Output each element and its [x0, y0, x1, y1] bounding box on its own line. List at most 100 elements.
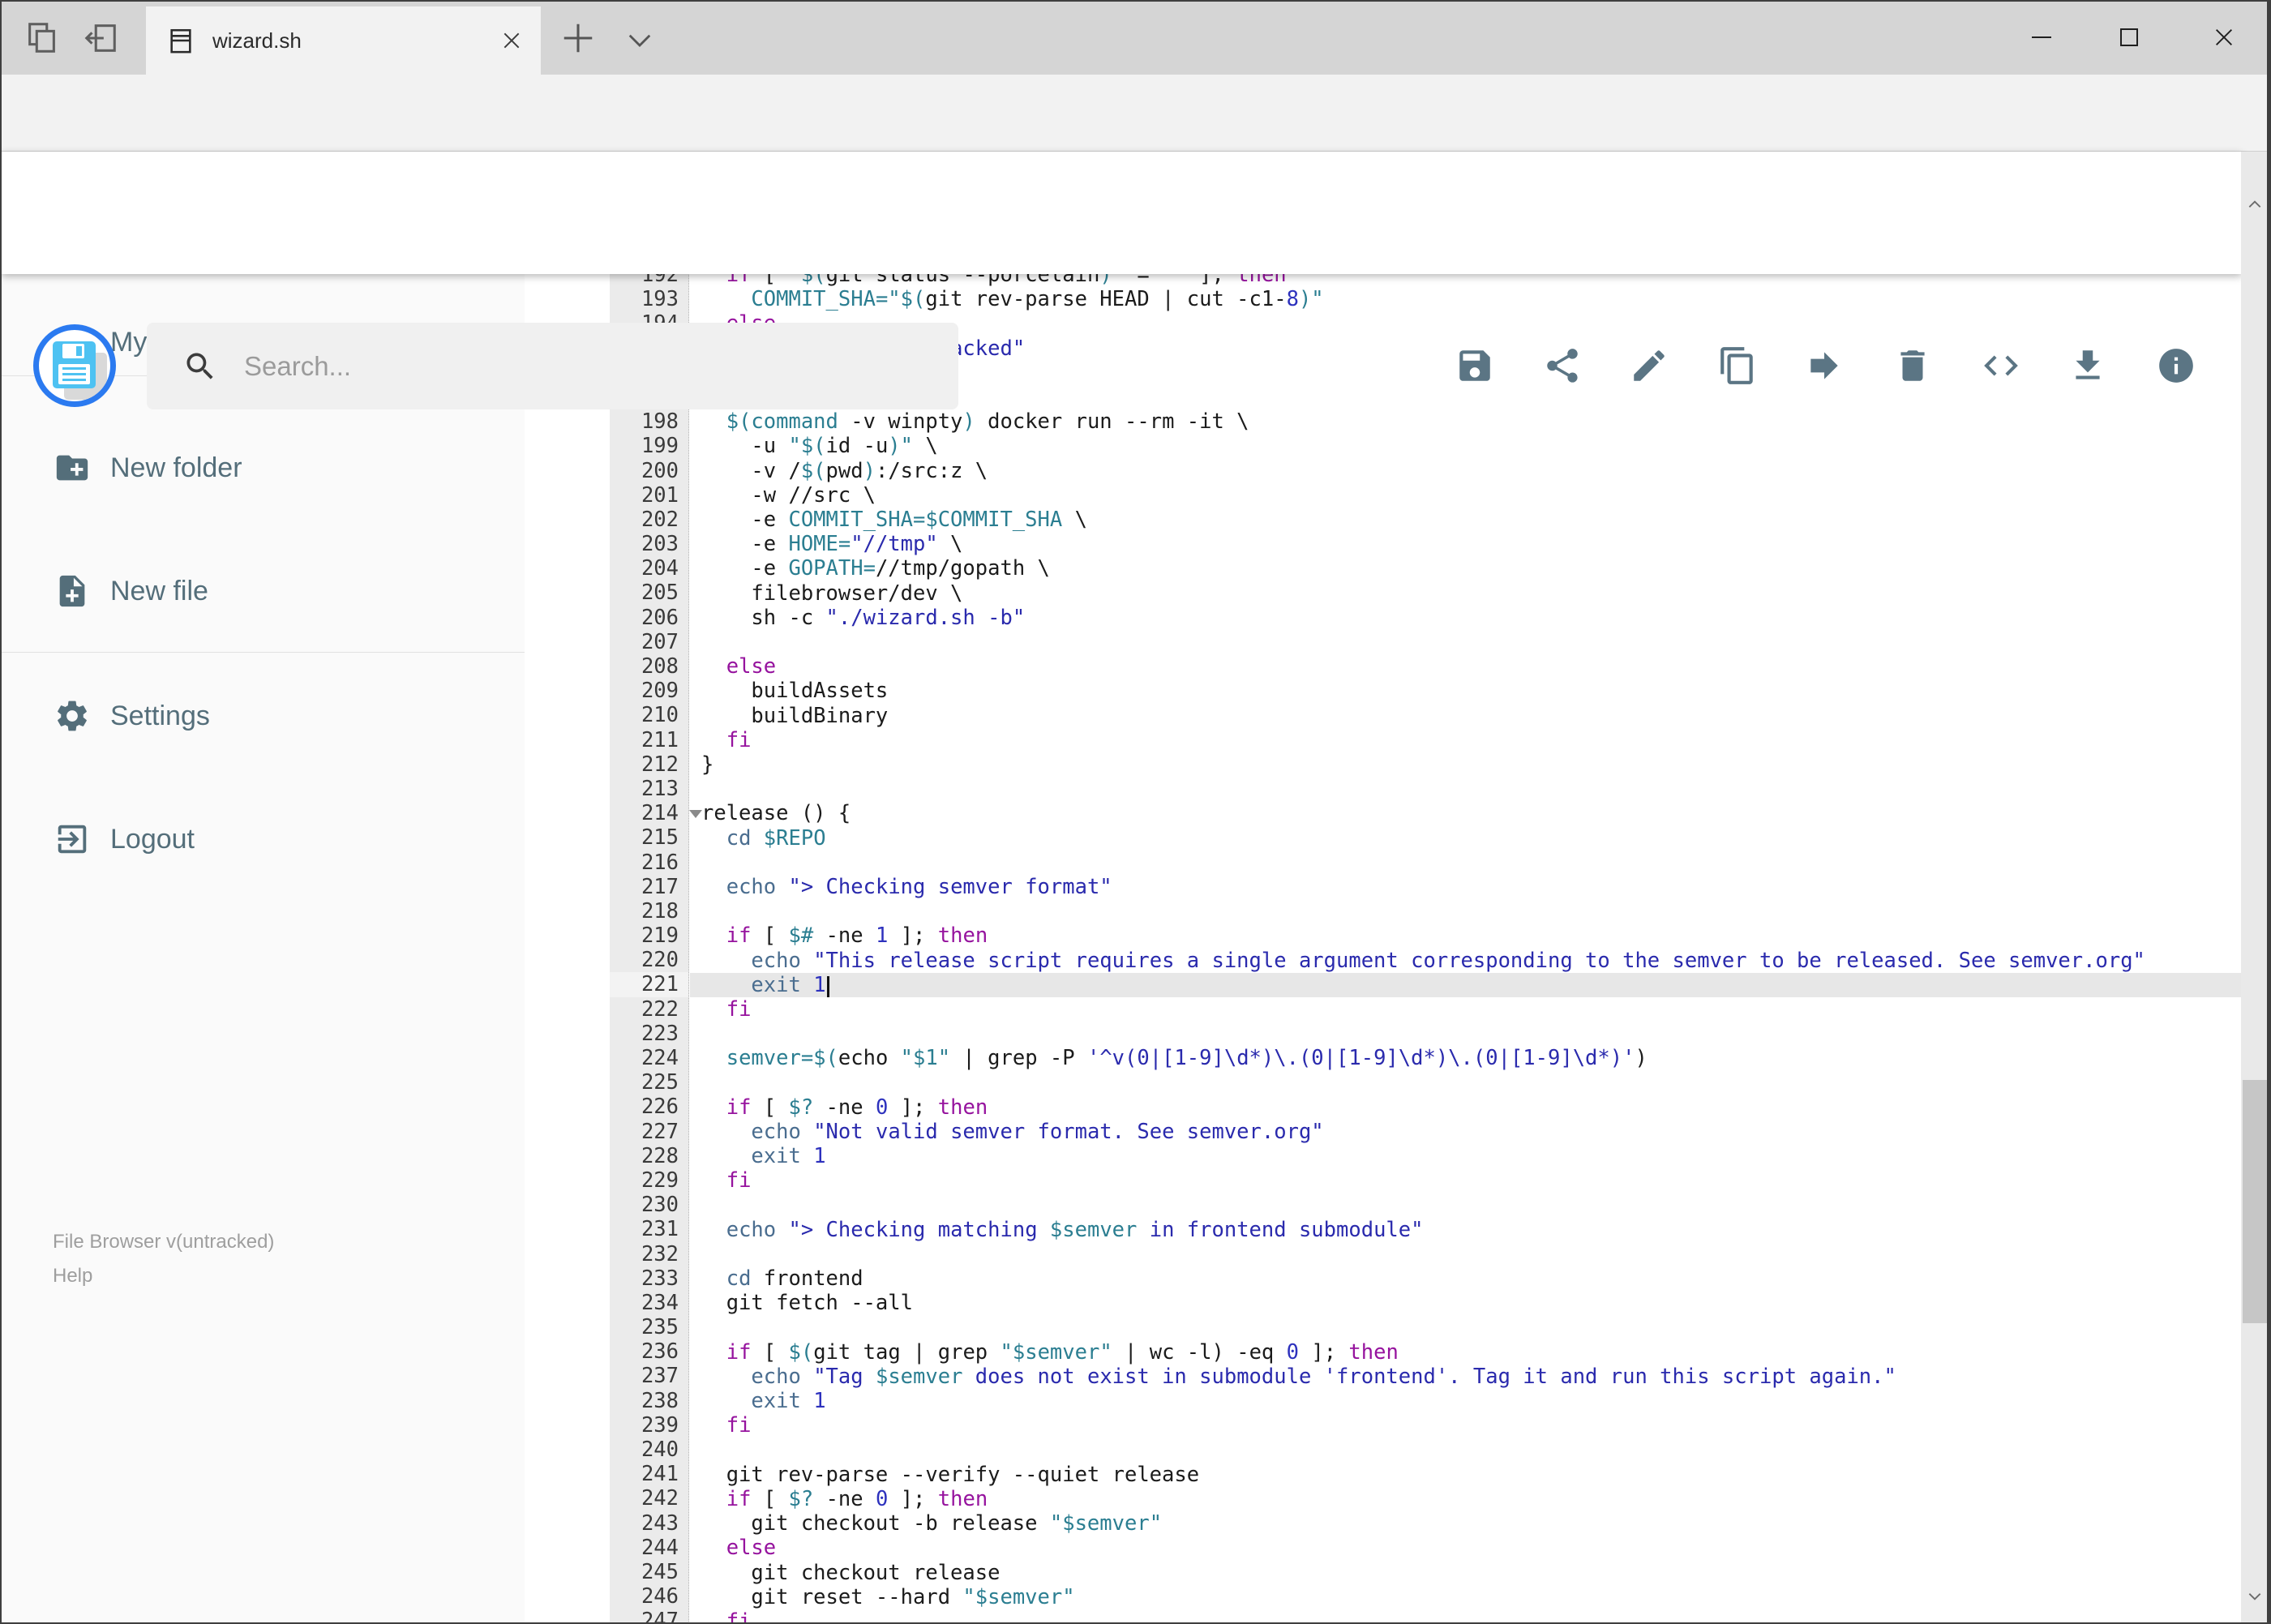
code-line[interactable]: git fetch --all	[690, 1291, 2242, 1315]
code-line[interactable]	[690, 1438, 2242, 1463]
code-line[interactable]: -w //src \	[690, 483, 2242, 508]
code-line[interactable]: fi	[690, 1609, 2242, 1622]
code-line[interactable]: git reset --hard "$semver"	[690, 1585, 2242, 1609]
code-line[interactable]	[690, 899, 2242, 923]
code-line[interactable]: fi	[690, 1413, 2242, 1438]
sidebar-item-logout[interactable]: Logout	[2, 795, 525, 884]
code-line[interactable]: fi	[690, 728, 2242, 752]
code-token: exit	[751, 1389, 801, 1414]
line-number: 202	[641, 507, 679, 532]
search-bar[interactable]: Search...	[147, 323, 958, 409]
code-line[interactable]: cd $REPO	[690, 826, 2242, 851]
code-line[interactable]: exit 1	[690, 1144, 2242, 1168]
code-line[interactable]	[690, 1022, 2242, 1046]
code-token: \	[1062, 508, 1087, 533]
info-button[interactable]	[2156, 345, 2196, 386]
code-line[interactable]: if [ $? -ne 0 ]; then	[690, 1487, 2242, 1511]
code-line[interactable]	[690, 1242, 2242, 1266]
code-line[interactable]: fi	[690, 997, 2242, 1022]
code-line[interactable]	[690, 777, 2242, 801]
rename-button[interactable]	[1629, 345, 1669, 386]
code-line[interactable]: -e GOPATH=//tmp/gopath \	[690, 556, 2242, 581]
set-tabs-aside-icon[interactable]	[82, 19, 119, 57]
line-number: 215	[641, 825, 679, 851]
code-line[interactable]: git checkout release	[690, 1561, 2242, 1585]
code-line[interactable]: }	[690, 752, 2242, 777]
code-line[interactable]: semver=$(echo "$1" | grep -P '^v(0|[1-9]…	[690, 1046, 2242, 1070]
minimize-button[interactable]	[2001, 2, 2082, 73]
line-number: 229	[641, 1168, 679, 1193]
active-tab[interactable]: wizard.sh	[146, 6, 541, 75]
scroll-up-icon[interactable]	[2247, 196, 2263, 212]
line-number: 220	[641, 948, 679, 973]
share-button[interactable]	[1542, 345, 1583, 386]
copy-button[interactable]	[1717, 345, 1758, 386]
code-line[interactable]: git checkout -b release "$semver"	[690, 1511, 2242, 1536]
code-line[interactable]: $(command -v winpty) docker run --rm -it…	[690, 409, 2242, 434]
code-line[interactable]: COMMIT_SHA="$(git rev-parse HEAD | cut -…	[690, 287, 2242, 311]
code-line[interactable]: echo "Not valid semver format. See semve…	[690, 1120, 2242, 1144]
code-line[interactable]: -v /$(pwd):/src:z \	[690, 459, 2242, 483]
code-line[interactable]: buildAssets	[690, 679, 2242, 703]
code-line[interactable]: if [ $# -ne 1 ]; then	[690, 923, 2242, 948]
code-line[interactable]: if [ $(git tag | grep "$semver" | wc -l)…	[690, 1340, 2242, 1365]
line-number: 236	[641, 1339, 679, 1365]
new-tab-button[interactable]	[559, 19, 597, 57]
code-line[interactable]: filebrowser/dev \	[690, 581, 2242, 606]
tab-preview-chevron-icon[interactable]	[623, 23, 657, 57]
code-line[interactable]: exit 1	[690, 1389, 2242, 1413]
code-line[interactable]: else	[690, 654, 2242, 679]
tab-preview-icon[interactable]	[24, 19, 61, 57]
move-button[interactable]	[1804, 345, 1845, 386]
code-line[interactable]: exit 1	[690, 972, 2242, 998]
raw-code-button[interactable]	[1981, 345, 2021, 386]
delete-button[interactable]	[1892, 345, 1933, 386]
code-line[interactable]	[690, 630, 2242, 654]
page-scrollbar[interactable]	[2241, 152, 2267, 1622]
line-number: 228	[641, 1143, 679, 1168]
sidebar-item-settings[interactable]: Settings	[2, 671, 525, 761]
save-button[interactable]	[1455, 345, 1495, 386]
close-button[interactable]	[2183, 2, 2265, 73]
code-token: fi	[726, 1413, 752, 1438]
code-line[interactable]: if [ $? -ne 0 ]; then	[690, 1095, 2242, 1120]
line-number: 217	[641, 874, 679, 899]
code-line[interactable]	[690, 1071, 2242, 1095]
code-line[interactable]: else	[690, 1536, 2242, 1560]
code-line[interactable]: -u "$(id -u)" \	[690, 434, 2242, 458]
code-line[interactable]: cd frontend	[690, 1266, 2242, 1291]
download-button[interactable]	[2067, 345, 2108, 386]
code-line[interactable]: fi	[690, 1168, 2242, 1193]
code-editor[interactable]: 1921931941951961971981992002012022032042…	[525, 263, 2242, 1622]
sidebar-item-new-file[interactable]: New file	[2, 546, 525, 636]
code-line[interactable]: -e HOME="//tmp" \	[690, 532, 2242, 556]
code-line[interactable]	[690, 851, 2242, 875]
code-line[interactable]	[690, 1193, 2242, 1218]
tab-close-icon[interactable]	[489, 18, 534, 63]
code-line[interactable]: buildBinary	[690, 704, 2242, 728]
maximize-button[interactable]	[2089, 2, 2170, 73]
code-line[interactable]: git rev-parse --verify --quiet release	[690, 1463, 2242, 1487]
code-line[interactable]: -e COMMIT_SHA=$COMMIT_SHA \	[690, 508, 2242, 532]
code-content[interactable]: if [ "$(git status --porcelain)" = "" ];…	[690, 263, 2242, 1622]
code-line[interactable]	[690, 1316, 2242, 1340]
filebrowser-logo[interactable]	[33, 324, 116, 407]
code-line[interactable]: sh -c "./wizard.sh -b"	[690, 606, 2242, 630]
line-number: 241	[641, 1462, 679, 1487]
code-line[interactable]: release () {	[690, 801, 2242, 825]
code-line[interactable]: echo "This release script requires a sin…	[690, 949, 2242, 973]
text-cursor	[826, 975, 829, 997]
line-number: 218	[641, 898, 679, 923]
scrollbar-thumb[interactable]	[2243, 1080, 2267, 1323]
code-line[interactable]: echo "Tag $semver does not exist in subm…	[690, 1365, 2242, 1389]
help-link[interactable]: Help	[53, 1265, 92, 1288]
scroll-down-icon[interactable]	[2247, 1588, 2263, 1605]
sidebar-item-new-folder[interactable]: New folder	[2, 423, 525, 512]
code-line[interactable]: echo "> Checking semver format"	[690, 875, 2242, 899]
code-line[interactable]: echo "> Checking matching $semver in fro…	[690, 1218, 2242, 1242]
